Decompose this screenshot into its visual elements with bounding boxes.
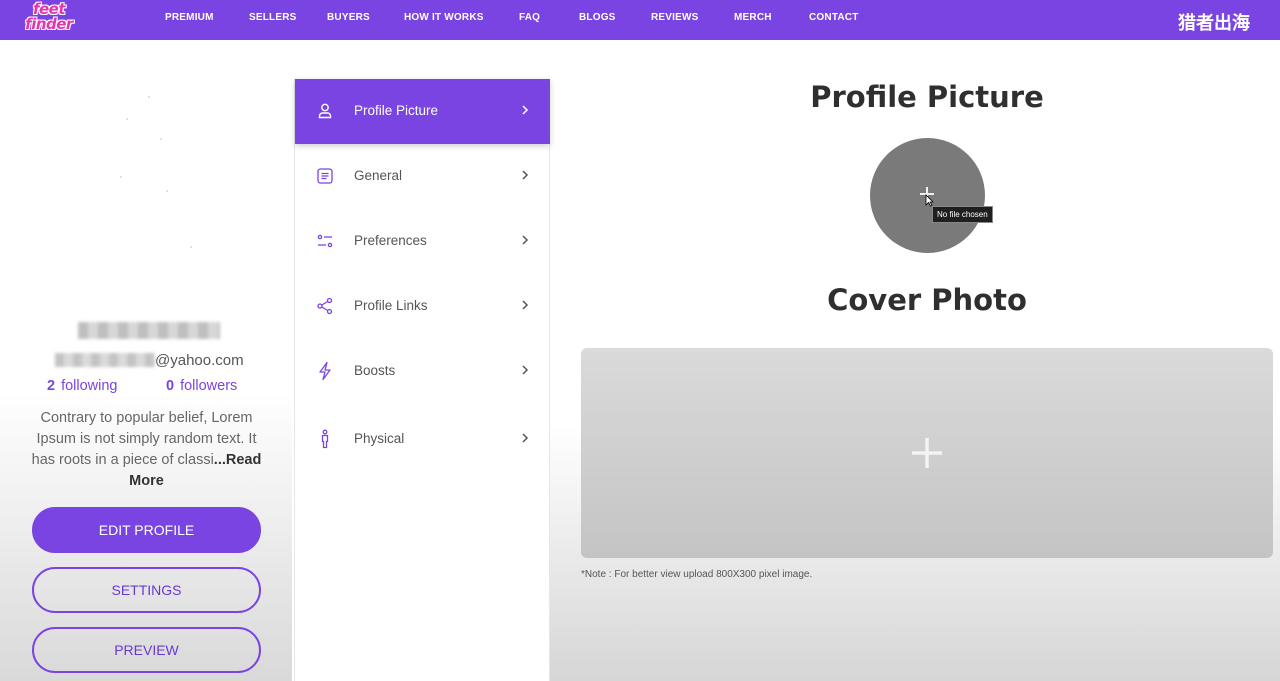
menu-label: Profile Picture xyxy=(354,103,439,118)
nav-link-reviews[interactable]: REVIEWS xyxy=(651,12,699,23)
nav-link-contact[interactable]: CONTACT xyxy=(809,12,859,23)
nav-link-premium[interactable]: PREMIUM xyxy=(165,12,214,23)
menu-label: Profile Links xyxy=(354,298,428,313)
chevron-right-icon xyxy=(522,300,529,310)
email-domain: @yahoo.com xyxy=(155,352,244,369)
menu-item-profile-links[interactable]: Profile Links xyxy=(295,274,550,339)
menu-label: Boosts xyxy=(354,363,396,378)
nav-link-how-it-works[interactable]: HOW IT WORKS xyxy=(404,12,484,23)
settings-button[interactable]: SETTINGS xyxy=(32,567,261,613)
following-link[interactable]: 2 following xyxy=(47,378,118,394)
watermark-text: 猎者出海 xyxy=(1178,13,1250,34)
feet-finder-logo[interactable]: feet finder xyxy=(20,2,78,36)
chevron-right-icon xyxy=(522,235,529,245)
nav-link-buyers[interactable]: BUYERS xyxy=(327,12,370,23)
followers-link[interactable]: 0 followers xyxy=(166,378,237,394)
following-label: following xyxy=(61,378,118,394)
logo-line-2: finder xyxy=(25,15,73,33)
email-redacted xyxy=(55,353,155,367)
edit-profile-button[interactable]: EDIT PROFILE xyxy=(32,507,261,553)
sliders-icon xyxy=(317,234,333,248)
following-count: 2 xyxy=(47,378,56,394)
user-icon xyxy=(318,103,332,119)
nav-link-faq[interactable]: FAQ xyxy=(519,12,540,23)
cover-photo-heading: Cover Photo xyxy=(827,283,1027,317)
chevron-right-icon xyxy=(522,170,529,180)
nav-link-blogs[interactable]: BLOGS xyxy=(579,12,616,23)
menu-item-preferences[interactable]: Preferences xyxy=(295,209,550,274)
menu-item-profile-picture[interactable]: Profile Picture xyxy=(295,79,550,144)
lightning-icon xyxy=(319,361,331,381)
menu-item-boosts[interactable]: Boosts xyxy=(295,339,550,404)
file-tooltip: No file chosen xyxy=(932,206,993,223)
chevron-right-icon xyxy=(522,105,529,115)
menu-item-physical[interactable]: Physical xyxy=(295,407,550,472)
plus-icon xyxy=(912,438,942,468)
followers-label: followers xyxy=(180,378,238,394)
menu-label: Physical xyxy=(354,431,405,446)
nav-link-merch[interactable]: MERCH xyxy=(734,12,772,23)
nav-link-sellers[interactable]: SELLERS xyxy=(249,12,297,23)
top-navigation: feet finder PREMIUM SELLERS BUYERS HOW I… xyxy=(0,0,1280,40)
menu-label: Preferences xyxy=(354,233,427,248)
preview-button[interactable]: PREVIEW xyxy=(32,627,261,673)
person-icon xyxy=(321,429,329,449)
upload-note: *Note : For better view upload 800X300 p… xyxy=(581,569,813,580)
profile-bio: Contrary to popular belief, Lorem Ipsum … xyxy=(24,408,269,492)
profile-picture-heading: Profile Picture xyxy=(810,80,1044,114)
menu-label: General xyxy=(354,168,403,183)
menu-item-general[interactable]: General xyxy=(295,144,550,209)
profile-name-redacted xyxy=(78,322,220,339)
share-icon xyxy=(317,297,333,315)
chevron-right-icon xyxy=(522,433,529,443)
chevron-right-icon xyxy=(522,365,529,375)
document-icon xyxy=(317,168,333,184)
followers-count: 0 xyxy=(166,378,175,394)
settings-menu: Profile Picture General Preferences Prof… xyxy=(294,79,550,681)
